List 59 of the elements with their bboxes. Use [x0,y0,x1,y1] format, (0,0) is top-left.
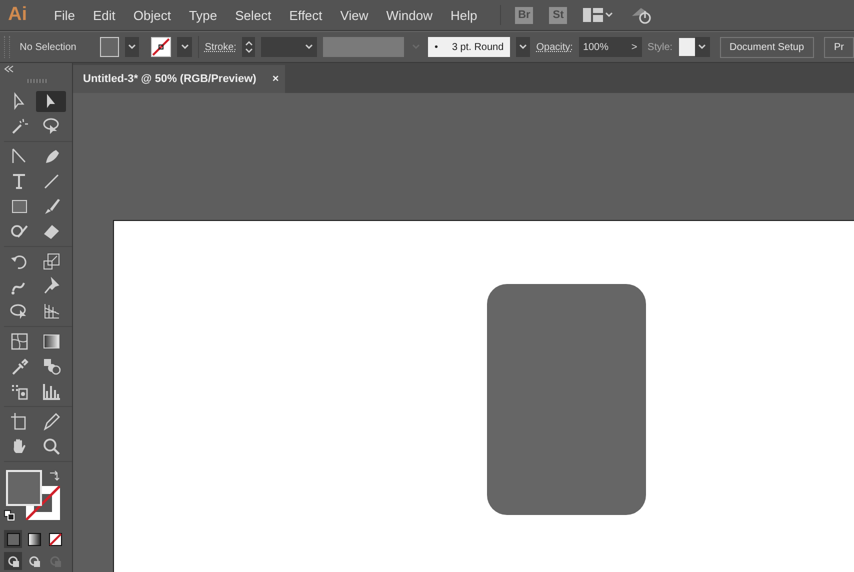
menu-item[interactable]: View [331,8,378,22]
graph-icon [42,382,60,401]
style-swatch[interactable] [678,38,695,56]
mesh-icon [10,332,28,351]
menu-item[interactable]: Edit [84,8,124,22]
brush-dot: • [434,42,438,52]
perspective-icon [42,302,60,321]
menu-item[interactable]: Window [377,8,442,22]
free-transform-icon [10,302,28,321]
menu-item[interactable]: File [45,8,84,22]
sprayer-icon [10,382,28,401]
slice-icon [42,412,60,431]
menu-item[interactable]: Help [441,8,486,22]
brush-field[interactable]: • 3 pt. Round [428,37,510,57]
workspace-icon[interactable] [583,8,604,22]
blend-icon [42,357,60,376]
eraser-icon [42,222,60,241]
pin-icon [42,277,60,296]
draw-normal-icon[interactable] [6,554,20,568]
style-label: Style: [648,42,673,52]
magic-wand-icon [10,117,28,136]
document-title: Untitled-3* @ 50% (RGB/Preview) [83,73,256,85]
rectangle-icon [10,197,28,216]
color-mode-icon[interactable] [6,532,20,546]
scale-icon [42,252,60,271]
stepper-icon[interactable] [244,39,254,55]
default-colors-icon[interactable] [4,510,15,521]
menu-item[interactable]: Effect [280,8,332,22]
stroke-swatch[interactable] [151,37,172,57]
menu-item[interactable]: Type [180,8,226,22]
brush-name: 3 pt. Round [452,42,504,52]
gradient-icon [42,332,60,351]
menu-item[interactable]: Object [124,8,180,22]
swap-icon[interactable] [48,470,60,482]
toolbar-button[interactable]: Document Setup [720,36,814,58]
opacity-label: Opacity: [536,42,573,52]
fill-swatch[interactable] [6,470,42,506]
curvature-icon [10,147,28,166]
draw-behind-icon[interactable] [28,554,40,568]
none-mode-icon[interactable] [48,532,62,546]
stroke-label: Stroke: [204,42,236,52]
artboard-icon [10,412,28,431]
gradient-mode-icon[interactable] [28,532,40,546]
menu-item[interactable]: Select [226,8,280,22]
opacity-field[interactable]: 100% [578,37,627,57]
lasso-icon [42,117,60,136]
toolbar-button[interactable]: Pr [824,36,854,58]
panel-grip-icon[interactable] [27,79,49,83]
app-logo: Ai [8,4,27,26]
document-tab[interactable]: Untitled-3* @ 50% (RGB/Preview) × [73,65,285,93]
tab-close-button[interactable]: × [272,73,279,85]
eyedropper-icon [10,357,28,376]
tool-button[interactable] [36,91,66,112]
collapse-icon[interactable] [4,65,14,73]
fill-swatch[interactable] [100,37,119,57]
selection-status: No Selection [20,42,76,52]
sync-icon[interactable] [631,6,654,24]
zoom-icon [42,437,60,456]
line-icon [42,172,60,191]
